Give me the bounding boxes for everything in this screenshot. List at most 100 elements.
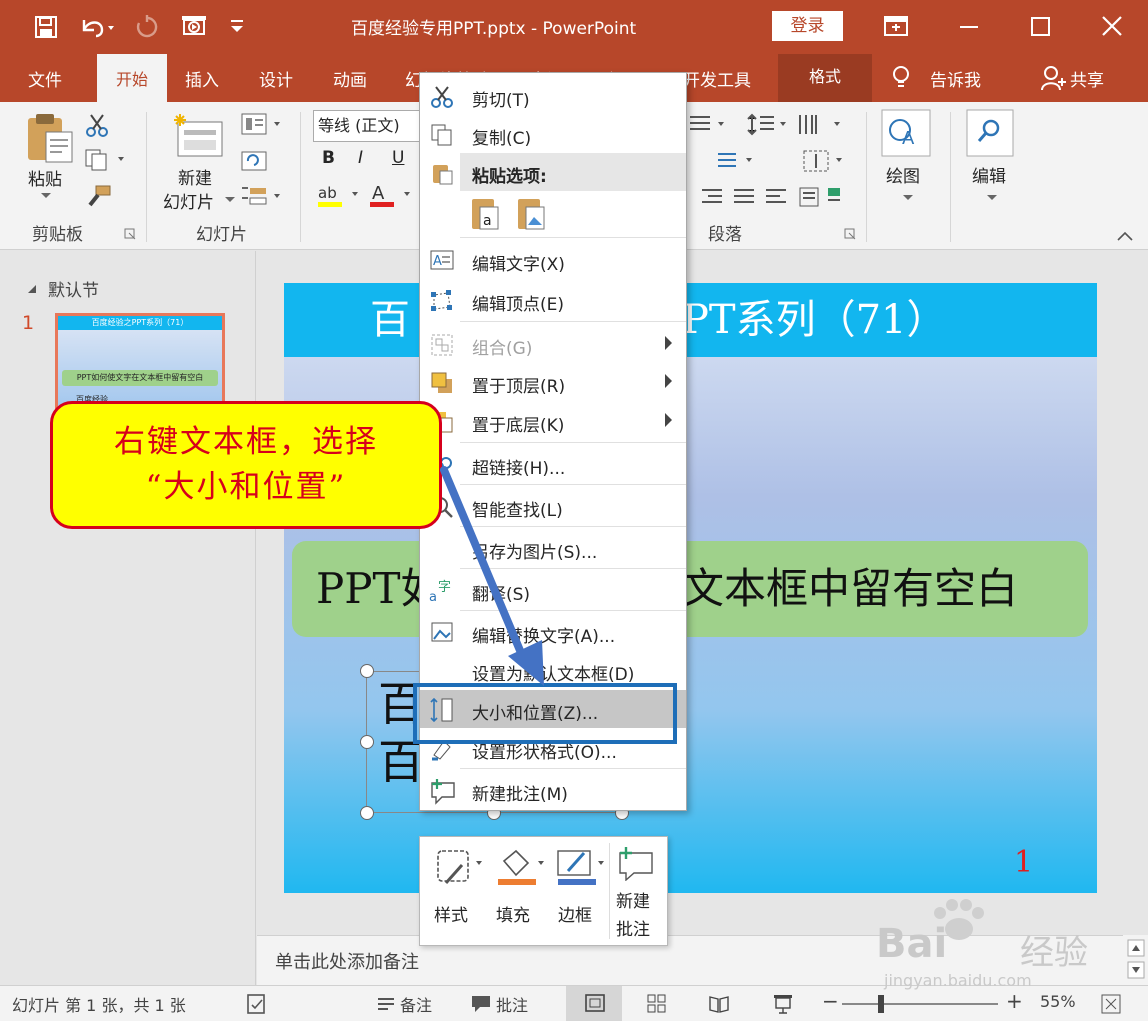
tab-animations[interactable]: 动画 [333, 66, 367, 91]
section-name[interactable]: 默认节 [48, 276, 99, 301]
tab-format[interactable]: 格式 [778, 54, 872, 102]
ribbon-display-icon[interactable] [883, 14, 909, 38]
bold-button[interactable]: B [322, 148, 335, 168]
new-slide-icon[interactable] [172, 112, 226, 160]
columns-align-text-icons[interactable] [716, 148, 846, 174]
shape-style-icon[interactable] [436, 847, 484, 887]
dialog-launcher-icon[interactable] [124, 228, 136, 240]
new-comment-icon[interactable] [616, 845, 656, 881]
section-icon[interactable] [240, 184, 284, 208]
resize-handle[interactable] [360, 806, 374, 820]
editing-label[interactable]: 编辑 [972, 162, 1006, 187]
comments-icon[interactable] [470, 994, 492, 1014]
menu-item-new-comment[interactable]: 新建批注(M) [420, 771, 686, 809]
zoom-out-button[interactable]: − [822, 989, 839, 1013]
save-icon[interactable] [34, 15, 58, 39]
notes-icon[interactable] [376, 995, 396, 1013]
paste-picture-icon[interactable] [514, 195, 548, 233]
spelling-check-icon[interactable] [246, 993, 268, 1015]
paste-icon[interactable] [22, 110, 78, 166]
tab-home[interactable]: 开始 [97, 54, 167, 102]
customize-qat-icon[interactable] [228, 18, 246, 34]
layout-icon[interactable] [240, 112, 284, 136]
dialog-launcher-icon[interactable] [844, 228, 856, 240]
underline-button[interactable]: U [392, 148, 404, 168]
notes-placeholder[interactable]: 单击此处添加备注 [275, 948, 419, 974]
menu-item-edit-text[interactable]: A 编辑文字(X) [420, 241, 686, 279]
editing-search-icon[interactable] [965, 108, 1015, 158]
highlight-color-icon[interactable]: ab [316, 182, 364, 210]
copy-icon[interactable] [84, 148, 128, 172]
share-button[interactable]: 共享 [1070, 66, 1104, 91]
font-name-select[interactable]: 等线 (正文) [313, 110, 420, 142]
notes-toggle[interactable]: 备注 [400, 992, 432, 1016]
outline-pen-icon[interactable] [556, 847, 608, 887]
zoom-in-button[interactable]: + [1006, 989, 1023, 1013]
maximize-icon[interactable] [1030, 16, 1052, 38]
menu-item-copy[interactable]: 复制(C) [420, 115, 686, 153]
reset-icon[interactable] [240, 148, 270, 172]
chevron-down-icon[interactable] [224, 196, 236, 204]
slide-sorter-icon[interactable] [646, 993, 668, 1015]
slide-green-title-box[interactable]: PPT如 文本框中留有空白 [292, 541, 1088, 637]
fill-button-label[interactable]: 填充 [496, 901, 530, 926]
font-color-icon[interactable]: A [370, 182, 416, 210]
tab-design[interactable]: 设计 [259, 66, 293, 91]
menu-item-smart-lookup[interactable]: 智能查找(L) [420, 487, 686, 525]
slideshow-icon[interactable] [772, 993, 794, 1015]
zoom-level[interactable]: 55% [1040, 992, 1076, 1011]
resize-handle[interactable] [360, 664, 374, 678]
vertical-scrollbar[interactable] [1123, 935, 1148, 985]
slide-header-band[interactable]: 百 PT系列（71） [284, 283, 1097, 357]
zoom-slider-track[interactable] [842, 1003, 998, 1005]
notes-pane[interactable]: 单击此处添加备注 [257, 935, 1123, 985]
drawing-shapes-icon[interactable]: A [880, 108, 932, 158]
menu-item-translate[interactable]: a字 翻译(S) [420, 571, 686, 609]
chevron-down-icon[interactable] [40, 192, 52, 200]
menu-item-group[interactable]: 组合(G) [420, 325, 686, 363]
reading-view-icon[interactable] [708, 993, 730, 1015]
start-from-beginning-icon[interactable] [180, 13, 210, 41]
style-button-label[interactable]: 样式 [434, 901, 468, 926]
zoom-slider-thumb[interactable] [878, 995, 884, 1013]
menu-item-send-to-back[interactable]: 置于底层(K) [420, 402, 686, 440]
menu-item-bring-to-front[interactable]: 置于顶层(R) [420, 363, 686, 401]
list-indent-icons[interactable] [688, 112, 848, 138]
slide-thumbnail[interactable]: 百度经验之PPT系列（71） PPT如何使文字在文本框中留有空白 百度经验 [55, 313, 225, 409]
italic-button[interactable]: I [358, 148, 363, 168]
cut-icon[interactable] [84, 112, 110, 138]
new-comment-label-1[interactable]: 新建 [616, 887, 650, 912]
login-button[interactable]: 登录 [772, 11, 843, 41]
slide-canvas[interactable]: 百 PT系列（71） PPT如 文本框中留有空白 百 百 1 [284, 283, 1097, 893]
comments-toggle[interactable]: 批注 [496, 992, 528, 1016]
fit-to-window-icon[interactable] [1100, 993, 1122, 1015]
menu-item-cut[interactable]: 剪切(T) [420, 77, 686, 115]
undo-icon[interactable] [78, 14, 118, 40]
paste-keep-text-icon[interactable]: a [468, 195, 502, 233]
minimize-icon[interactable] [958, 16, 980, 38]
new-slide-label-2[interactable]: 幻灯片 [163, 188, 214, 213]
normal-view-icon[interactable] [584, 993, 606, 1015]
new-slide-label[interactable]: 新建 [178, 164, 212, 189]
menu-item-edit-points[interactable]: 编辑顶点(E) [420, 281, 686, 319]
tab-insert[interactable]: 插入 [185, 66, 219, 91]
scroll-arrows-icon[interactable] [1127, 939, 1145, 979]
chevron-down-icon[interactable] [902, 194, 914, 202]
menu-item-edit-alt-text[interactable]: 编辑替换文字(A)... [420, 613, 686, 651]
fill-bucket-icon[interactable] [496, 847, 546, 887]
paste-label[interactable]: 粘贴 [28, 165, 62, 190]
resize-handle[interactable] [360, 735, 374, 749]
chevron-down-icon[interactable] [986, 194, 998, 202]
close-icon[interactable] [1100, 14, 1124, 38]
new-comment-label-2[interactable]: 批注 [616, 915, 650, 940]
collapse-section-icon[interactable] [26, 283, 38, 295]
collapse-ribbon-icon[interactable] [1116, 230, 1134, 242]
format-painter-icon[interactable] [84, 184, 112, 208]
menu-item-save-as-picture[interactable]: 另存为图片(S)... [420, 529, 686, 567]
tab-file[interactable]: 文件 [28, 66, 62, 91]
border-button-label[interactable]: 边框 [558, 901, 592, 926]
menu-item-hyperlink[interactable]: 超链接(H)... [420, 445, 686, 483]
paragraph-align-icons[interactable] [700, 184, 848, 212]
tell-me-search[interactable]: 告诉我 [930, 66, 981, 91]
tab-developer[interactable]: 开发工具 [683, 66, 751, 91]
